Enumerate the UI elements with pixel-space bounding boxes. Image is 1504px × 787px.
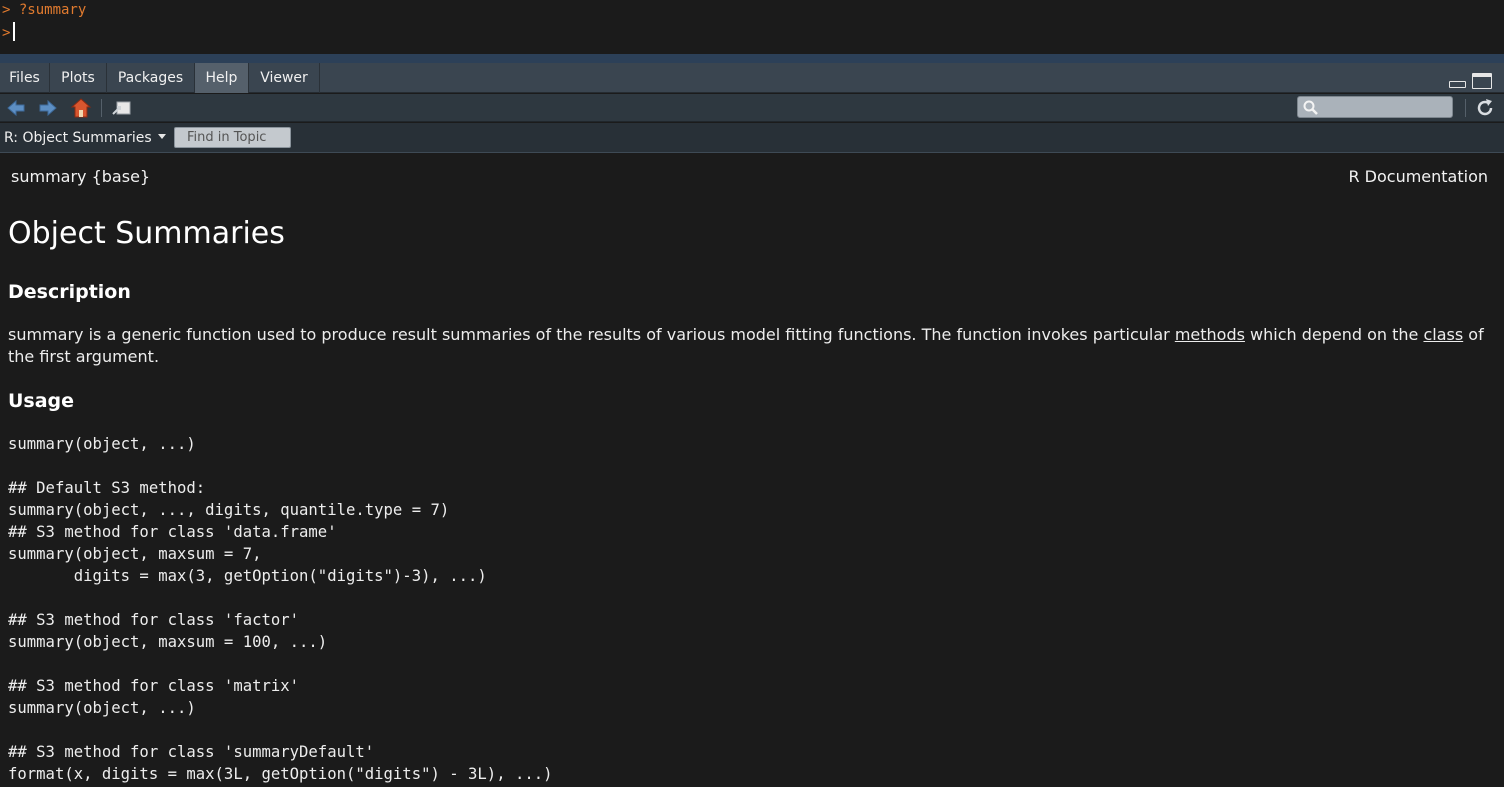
topic-dropdown-label: R: Object Summaries [4, 130, 152, 146]
tab-help[interactable]: Help [195, 63, 249, 93]
description-text: is a generic function used to produce re… [83, 325, 1175, 344]
description-paragraph: summary is a generic function used to pr… [8, 324, 1498, 368]
find-in-topic-input[interactable]: Find in Topic [174, 127, 291, 148]
console-history-line: > ?summary [2, 2, 87, 18]
code-line: summary(object, maxsum = 7, [8, 545, 262, 563]
minimize-pane-icon[interactable] [1449, 81, 1466, 88]
pane-splitter[interactable] [0, 54, 1504, 63]
text-cursor [13, 22, 16, 41]
toolbar-separator [101, 99, 102, 117]
doc-package-header: summary {base} [11, 167, 151, 186]
code-line: ## S3 method for class 'data.frame' [8, 523, 337, 541]
code-line: summary(object, ..., digits, quantile.ty… [8, 501, 450, 519]
code-line: digits = max(3, getOption("digits")-3), … [8, 567, 487, 585]
code-line: summary(object, maxsum = 100, ...) [8, 633, 328, 651]
code-line: summary(object, ...) [8, 435, 196, 453]
topic-dropdown[interactable]: R: Object Summaries [4, 128, 166, 148]
tab-packages[interactable]: Packages [107, 63, 195, 93]
tab-plots[interactable]: Plots [50, 63, 107, 93]
page-title: Object Summaries [8, 216, 285, 251]
description-text: which depend on the [1244, 325, 1424, 344]
console-prompt: > [2, 25, 11, 41]
function-name: summary [8, 325, 84, 344]
help-toolbar [0, 94, 1504, 122]
class-link[interactable]: class [1423, 325, 1463, 344]
code-line: ## Default S3 method: [8, 479, 206, 497]
search-icon [1303, 100, 1318, 115]
toolbar-separator [1465, 99, 1466, 117]
refresh-icon[interactable] [1474, 97, 1496, 119]
topic-bar: R: Object Summaries Find in Topic [0, 123, 1504, 153]
code-line: ## S3 method for class 'matrix' [8, 677, 300, 695]
console-input-line[interactable]: > [2, 22, 16, 42]
back-arrow-icon[interactable] [5, 97, 27, 119]
usage-code-block: summary(object, ...) ## Default S3 metho… [8, 433, 553, 785]
code-line: format(x, digits = max(3L, getOption("di… [8, 765, 553, 783]
forward-arrow-icon[interactable] [37, 97, 59, 119]
popout-icon[interactable] [111, 97, 133, 119]
code-line: ## S3 method for class 'summaryDefault' [8, 743, 375, 761]
doc-source-header: R Documentation [1348, 167, 1488, 186]
console-pane[interactable]: > ?summary > [0, 0, 1504, 54]
maximize-pane-icon[interactable] [1472, 73, 1492, 89]
section-heading-description: Description [8, 281, 131, 303]
help-search-box[interactable] [1297, 96, 1453, 118]
tab-files[interactable]: Files [0, 63, 50, 93]
section-heading-usage: Usage [8, 390, 75, 412]
help-search-input[interactable] [1322, 98, 1450, 116]
chevron-down-icon [157, 134, 166, 139]
methods-link[interactable]: methods [1175, 325, 1245, 344]
help-content[interactable]: summary {base} R Documentation Object Su… [0, 154, 1504, 787]
code-line: summary(object, ...) [8, 699, 196, 717]
pane-tab-bar: Files Plots Packages Help Viewer [0, 63, 1504, 93]
tab-viewer[interactable]: Viewer [249, 63, 320, 93]
code-line: ## S3 method for class 'factor' [8, 611, 300, 629]
home-icon[interactable] [70, 97, 92, 119]
